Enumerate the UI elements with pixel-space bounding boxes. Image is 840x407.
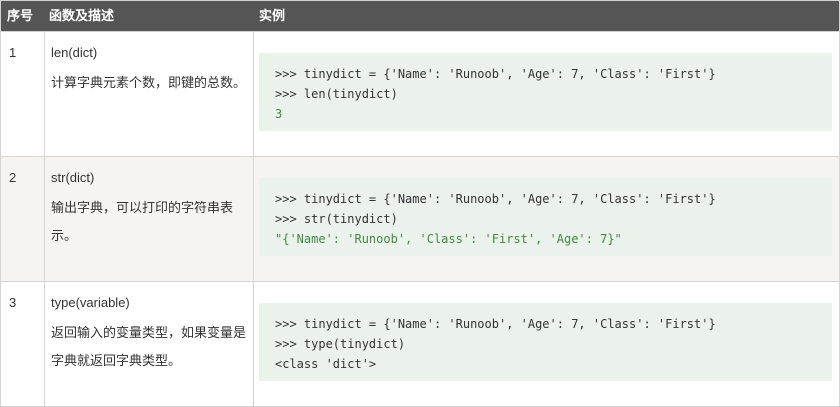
code-line: >>> tinydict = {'Name': 'Runoob', 'Age':… (275, 67, 716, 81)
code-line: >>> tinydict = {'Name': 'Runoob', 'Age':… (275, 192, 716, 206)
function-description: 返回输入的变量类型，如果变量是字典就返回字典类型。 (51, 325, 247, 368)
table-row: 2 str(dict) 输出字典，可以打印的字符串表示。 >>> tinydic… (1, 156, 839, 281)
table-row: 3 type(variable) 返回输入的变量类型，如果变量是字典就返回字典类… (1, 281, 839, 406)
code-output: 3 (275, 107, 283, 121)
header-index: 序号 (7, 8, 34, 23)
row-index: 3 (9, 295, 17, 310)
row-index: 2 (9, 170, 17, 185)
function-name: len(dict) (51, 45, 98, 60)
code-line: >>> str(tinydict) (275, 212, 398, 226)
table-row: 1 len(dict) 计算字典元素个数，即键的总数。 >>> tinydict… (1, 31, 839, 156)
function-name: type(variable) (51, 295, 130, 310)
code-line: >>> len(tinydict) (275, 87, 398, 101)
function-name: str(dict) (51, 170, 95, 185)
header-example: 实例 (259, 8, 286, 23)
table-header: 序号 函数及描述 实例 (1, 1, 839, 31)
function-description: 输出字典，可以打印的字符串表示。 (51, 200, 234, 243)
function-description: 计算字典元素个数，即键的总数。 (51, 75, 247, 90)
code-example: >>> tinydict = {'Name': 'Runoob', 'Age':… (259, 178, 832, 256)
code-line: >>> tinydict = {'Name': 'Runoob', 'Age':… (275, 317, 716, 331)
row-index: 1 (9, 45, 17, 60)
dict-functions-table: 序号 函数及描述 实例 1 len(dict) 计算字典元素个数，即键的总数。 … (0, 0, 840, 407)
code-output: <class 'dict'> (275, 357, 377, 371)
code-example: >>> tinydict = {'Name': 'Runoob', 'Age':… (259, 53, 832, 131)
header-function: 函数及描述 (49, 8, 115, 23)
code-output: "{'Name': 'Runoob', 'Class': 'First', 'A… (275, 232, 622, 246)
code-example: >>> tinydict = {'Name': 'Runoob', 'Age':… (259, 303, 832, 381)
code-line: >>> type(tinydict) (275, 337, 406, 351)
